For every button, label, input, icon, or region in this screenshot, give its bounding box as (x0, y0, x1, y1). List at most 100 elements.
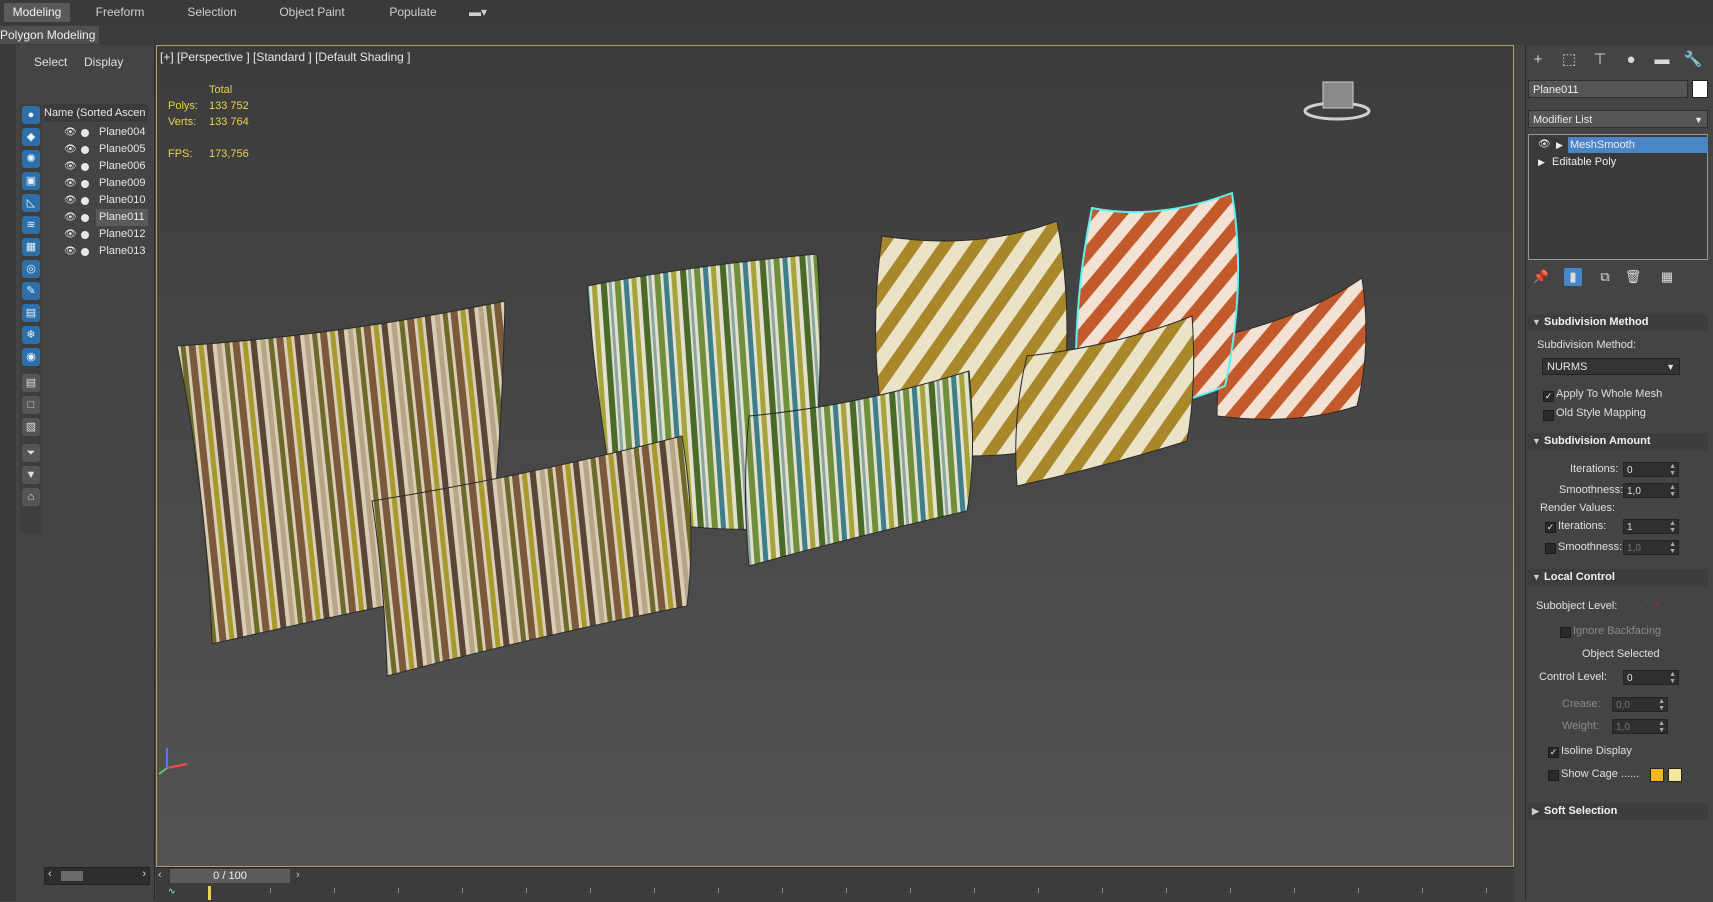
ribbon-options-icon[interactable]: ▬▾ (464, 3, 492, 22)
viewport-label-menu[interactable]: [+] [Perspective ] [Standard ] [Default … (160, 50, 410, 64)
old-style-mapping-checkbox[interactable] (1543, 410, 1554, 421)
name-column-header[interactable]: Name (Sorted Ascen (44, 104, 148, 122)
subdivision-method-select[interactable]: NURMS ▼ (1542, 358, 1680, 375)
time-prev-icon[interactable]: ‹ (158, 869, 162, 881)
weight-spinner[interactable]: 1,0 ▲ ▼ (1612, 719, 1668, 734)
hidden-filter-icon[interactable]: ◉ (22, 348, 40, 366)
scene-item[interactable]: 👁 Plane004 (54, 124, 148, 141)
make-unique-icon[interactable]: ⧉ (1596, 268, 1614, 286)
spinner-arrows-icon[interactable]: ▲ ▼ (1669, 541, 1676, 555)
visibility-eye-icon[interactable]: 👁 (64, 243, 77, 260)
helpers-filter-icon[interactable]: ◺ (22, 194, 40, 212)
object-color-swatch[interactable] (1692, 80, 1708, 98)
freeze-dot-icon[interactable] (81, 214, 89, 222)
freeze-dot-icon[interactable] (81, 129, 89, 137)
scene-item[interactable]: 👁 Plane006 (54, 158, 148, 175)
scene-item[interactable]: 👁 Plane010 (54, 192, 148, 209)
lights-filter-icon[interactable]: ✺ (22, 150, 40, 168)
freeze-dot-icon[interactable] (81, 197, 89, 205)
bones-filter-icon[interactable]: ✎ (22, 282, 40, 300)
render-iterations-spinner[interactable]: 1 ▲ ▼ (1623, 519, 1679, 534)
cage-color-swatch-1[interactable] (1650, 768, 1664, 782)
cameras-filter-icon[interactable]: ▣ (22, 172, 40, 190)
scene-horizontal-scrollbar[interactable]: ‹ › (44, 867, 150, 885)
time-next-icon[interactable]: › (296, 869, 300, 881)
stack-item-meshsmooth[interactable]: 👁 ▶ MeshSmooth (1530, 137, 1708, 153)
show-cage-checkbox[interactable] (1548, 770, 1559, 781)
scene-item[interactable]: 👁 Plane013 (54, 243, 148, 260)
show-end-result-icon[interactable]: ▮ (1564, 268, 1582, 286)
modifier-list-dropdown[interactable]: Modifier List ▼ (1528, 110, 1708, 128)
render-smoothness-spinner[interactable]: 1,0 ▲ ▼ (1623, 540, 1679, 555)
visibility-eye-icon[interactable]: 👁 (64, 141, 77, 158)
rollout-local-control[interactable]: ▼ Local Control (1528, 569, 1708, 586)
timeline-bar[interactable] (156, 867, 1514, 902)
render-iterations-checkbox[interactable]: ✓ (1545, 522, 1556, 533)
scene-tab-display[interactable]: Display (84, 53, 123, 71)
ignore-backfacing-checkbox[interactable] (1560, 627, 1571, 638)
spacewarps-filter-icon[interactable]: ≋ (22, 216, 40, 234)
expand-arrow-icon[interactable]: ▶ (1538, 154, 1545, 170)
remove-modifier-icon[interactable]: 🗑 (1624, 268, 1642, 286)
hierarchy-tab-icon[interactable]: ⊤ (1589, 50, 1611, 70)
perspective-viewport[interactable] (156, 45, 1514, 867)
vertex-subobject-icon[interactable]: ⋰ (1636, 598, 1649, 614)
expand-arrow-icon[interactable]: ▶ (1556, 137, 1563, 153)
spinner-arrows-icon[interactable]: ▲ ▼ (1669, 484, 1676, 498)
spinner-arrows-icon[interactable]: ▲ ▼ (1669, 520, 1676, 534)
scroll-left-icon[interactable]: ‹ (48, 868, 52, 880)
shapes-filter-icon[interactable]: ◆ (22, 128, 40, 146)
geometry-filter-icon[interactable]: ● (22, 106, 40, 124)
tab-selection[interactable]: Selection (180, 3, 244, 22)
tab-populate[interactable]: Populate (378, 3, 448, 22)
cage-color-swatch-2[interactable] (1668, 768, 1682, 782)
control-level-spinner[interactable]: 0 ▲ ▼ (1623, 670, 1679, 685)
scene-item-selected[interactable]: 👁 Plane011 (54, 209, 148, 226)
viewport-scene[interactable] (157, 46, 1514, 867)
rollout-soft-selection[interactable]: ▶ Soft Selection (1528, 803, 1708, 820)
visibility-eye-icon[interactable]: 👁 (64, 175, 77, 192)
spinner-arrows-icon[interactable]: ▲ ▼ (1669, 671, 1676, 685)
scene-item[interactable]: 👁 Plane009 (54, 175, 148, 192)
filter-toggle-icon[interactable]: ⏷ (22, 444, 40, 462)
visibility-eye-icon[interactable]: 👁 (64, 209, 77, 226)
modify-tab-icon[interactable]: ⬚ (1558, 50, 1580, 70)
scroll-thumb[interactable] (61, 871, 83, 881)
isoline-display-checkbox[interactable]: ✓ (1548, 747, 1559, 758)
spinner-arrows-icon[interactable]: ▲ ▼ (1658, 698, 1665, 712)
filter-icon[interactable]: ▼ (22, 466, 40, 484)
pin-stack-icon[interactable]: 📌 (1532, 268, 1550, 286)
freeze-dot-icon[interactable] (81, 146, 89, 154)
layer-icon[interactable]: ⌂ (22, 488, 40, 506)
groups-filter-icon[interactable]: ▦ (22, 238, 40, 256)
freeze-dot-icon[interactable] (81, 248, 89, 256)
edge-subobject-icon[interactable]: ⁄ (1656, 598, 1658, 613)
spinner-arrows-icon[interactable]: ▲ ▼ (1669, 463, 1676, 477)
polygon-modeling-label[interactable]: Polygon Modeling (0, 26, 100, 44)
create-tab-icon[interactable]: + (1527, 50, 1549, 70)
curve-editor-icon[interactable]: ∿ (168, 886, 176, 897)
iterations-spinner[interactable]: 0 ▲ ▼ (1623, 462, 1679, 477)
visibility-eye-icon[interactable]: 👁 (64, 226, 77, 243)
freeze-dot-icon[interactable] (81, 163, 89, 171)
modifier-stack[interactable]: 👁 ▶ MeshSmooth ▶ Editable Poly (1528, 134, 1708, 260)
scene-tab-select[interactable]: Select (34, 53, 67, 71)
object-name-field[interactable]: Plane011 (1528, 80, 1688, 98)
freeze-dot-icon[interactable] (81, 180, 89, 188)
display-tab-icon[interactable]: ▬ (1651, 50, 1673, 70)
visibility-eye-icon[interactable]: 👁 (64, 158, 77, 175)
render-smoothness-checkbox[interactable] (1545, 543, 1556, 554)
tab-object-paint[interactable]: Object Paint (272, 3, 352, 22)
display-all-icon[interactable]: ▤ (22, 374, 40, 392)
time-slider[interactable]: 0 / 100 (170, 869, 290, 883)
visibility-eye-icon[interactable]: 👁 (64, 192, 77, 209)
apply-whole-mesh-checkbox[interactable]: ✓ (1543, 391, 1554, 402)
containers-filter-icon[interactable]: ▤ (22, 304, 40, 322)
tab-freeform[interactable]: Freeform (88, 3, 152, 22)
eye-icon[interactable]: 👁 (1538, 137, 1551, 153)
scene-item[interactable]: 👁 Plane012 (54, 226, 148, 243)
utilities-tab-icon[interactable]: 🔧 (1682, 50, 1704, 70)
stack-item-editable-poly[interactable]: ▶ Editable Poly (1530, 154, 1706, 170)
rollout-subdivision-amount[interactable]: ▼ Subdivision Amount (1528, 433, 1708, 450)
frozen-filter-icon[interactable]: ❄ (22, 326, 40, 344)
